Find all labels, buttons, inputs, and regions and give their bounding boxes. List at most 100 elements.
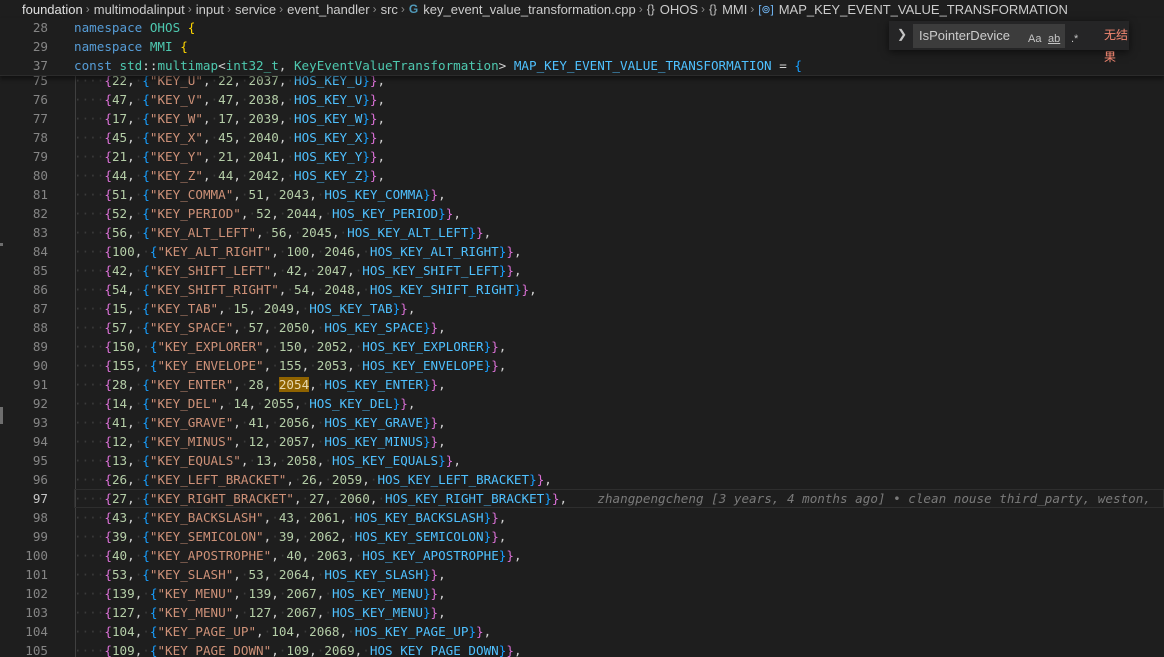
cpp-file-icon: G [408,2,419,16]
code-line[interactable]: 75 ····{22,·{"KEY_U",·22,·2037,·HOS_KEY_U… [0,75,1164,90]
toggle-replace-chevron-icon[interactable]: ❯ [897,27,907,41]
gutter-marker [0,407,3,424]
breadcrumb-item[interactable]: › [⊚] MAP_KEY_EVENT_VALUE_TRANSFORMATION [747,2,1068,17]
breadcrumb-item[interactable]: ›{} MMI [698,2,747,17]
code-line[interactable]: 79 ····{21,·{"KEY_Y",·21,·2041,·HOS_KEY_Y… [0,147,1164,166]
code-line[interactable]: 81 ····{51,·{"KEY_COMMA",·51,·2043,·HOS_K… [0,185,1164,204]
number-literal: 2044 [286,206,317,221]
number-literal: 2068 [309,624,340,639]
code-line[interactable]: 94 ····{12,·{"KEY_MINUS",·12,·2057,·HOS_K… [0,432,1164,451]
code-line[interactable]: 86 ····{54,·{"KEY_SHIFT_RIGHT",·54,·2048,… [0,280,1164,299]
code-text: ····{13,·{"KEY_EQUALS",·13,·2058,·HOS_KE… [74,453,461,468]
code-line[interactable]: 95 ····{13,·{"KEY_EQUALS",·13,·2058,·HOS_… [0,451,1164,470]
code-line[interactable]: 103 ····{127,·{"KEY_MENU",·127,·2067,·HOS… [0,603,1164,622]
code-line[interactable]: 99 ····{39,·{"KEY_SEMICOLON",·39,·2062,·H… [0,527,1164,546]
code-line[interactable]: 104 ····{104,·{"KEY_PAGE_UP",·104,·2068,·… [0,622,1164,641]
code-editor[interactable]: 75 ····{22,·{"KEY_U",·22,·2037,·HOS_KEY_U… [0,75,1164,657]
chevron-right-icon: › [400,2,405,16]
code-text: ····{100,·{"KEY_ALT_RIGHT",·100,·2046,·H… [74,244,522,259]
code-line[interactable]: 87 ····{15,·{"KEY_TAB",·15,·2049,·HOS_KEY… [0,299,1164,318]
chevron-right-icon: › [750,2,755,16]
chevron-right-icon: › [279,2,284,16]
code-text: ····{26,·{"KEY_LEFT_BRACKET",·26,·2059,·… [74,472,552,487]
code-line[interactable]: 101 ····{53,·{"KEY_SLASH",·53,·2064,·HOS_… [0,565,1164,584]
line-number: 87 [32,301,48,316]
line-number: 80 [32,168,48,183]
find-result-count: 无结果 [1104,28,1129,64]
code-line[interactable]: 82 ····{52,·{"KEY_PERIOD",·52,·2044,·HOS_… [0,204,1164,223]
code-line[interactable]: 100 ····{40,·{"KEY_APOSTROPHE",·40,·2063,… [0,546,1164,565]
line-number: 100 [25,548,48,563]
namespace-icon: {} [646,2,655,16]
code-line[interactable]: 85 ····{42,·{"KEY_SHIFT_LEFT",·42,·2047,·… [0,261,1164,280]
code-line[interactable]: 77 ····{17,·{"KEY_W",·17,·2039,·HOS_KEY_W… [0,109,1164,128]
code-line[interactable]: 92 ····{14,·{"KEY_DEL",·14,·2055,·HOS_KEY… [0,394,1164,413]
breadcrumb-label: MAP_KEY_EVENT_VALUE_TRANSFORMATION [778,1,1068,17]
code-text: ····{21,·{"KEY_Y",·21,·2041,·HOS_KEY_Y}}… [74,149,386,164]
breadcrumb: foundation › multimodalinput › input › service… [0,0,1164,18]
find-input-value: IsPointerDevice [919,28,1011,43]
code-text: const std::multimap<int32_t, KeyEventVal… [74,58,802,73]
code-line[interactable]: 83 ····{56,·{"KEY_ALT_LEFT",·56,·2045,·HO… [0,223,1164,242]
code-line[interactable]: 89 ····{150,·{"KEY_EXPLORER",·150,·2052,·… [0,337,1164,356]
line-number: 89 [32,339,48,354]
breadcrumb-item[interactable]: › Gkey_event_value_transformation.cpp [398,2,636,17]
breadcrumb-item[interactable]: › service [224,2,276,17]
breadcrumb-item[interactable]: foundation [0,2,83,17]
code-line[interactable]: 78 ····{45,·{"KEY_X",·45,·2040,·HOS_KEY_X… [0,128,1164,147]
breadcrumb-item[interactable]: ›{} OHOS [636,2,698,17]
number-literal: 2038 [248,92,279,107]
line-number: 92 [32,396,48,411]
line-number: 104 [25,624,48,639]
code-text: ····{139,·{"KEY_MENU",·139,·2067,·HOS_KE… [74,586,446,601]
variable-icon: [⊚] [758,3,774,16]
code-text: ····{17,·{"KEY_W",·17,·2039,·HOS_KEY_W}}… [74,111,386,126]
line-number: 29 [32,39,48,54]
code-line[interactable]: 90 ····{155,·{"KEY_ENVELOPE",·155,·2053,·… [0,356,1164,375]
number-literal: 2069 [324,643,355,657]
breadcrumb-item[interactable]: › src [370,2,398,17]
breadcrumb-label: service [234,1,277,17]
line-number: 84 [32,244,48,259]
breadcrumb-item[interactable]: › multimodalinput [83,2,185,17]
code-line[interactable]: 80 ····{44,·{"KEY_Z",·44,·2042,·HOS_KEY_Z… [0,166,1164,185]
number-literal: 2041 [248,149,279,164]
breadcrumb-item[interactable]: › event_handler [276,2,369,17]
number-literal: 2050 [278,320,310,335]
code-line[interactable]: 88 ····{57,·{"KEY_SPACE",·57,·2050,·HOS_K… [0,318,1164,337]
breadcrumb-label: OHOS [659,1,699,17]
sticky-line[interactable]: 37 const std::multimap<int32_t, KeyEventV… [0,56,1164,75]
code-line[interactable]: 91 ····{28,·{"KEY_ENTER",·28,·2054,·HOS_K… [0,375,1164,394]
code-text: ····{57,·{"KEY_SPACE",·57,·2050,·HOS_KEY… [74,320,446,335]
regex-button[interactable]: .* [1071,28,1078,50]
code-text: namespace OHOS { [74,20,196,35]
line-number: 85 [32,263,48,278]
code-line[interactable]: 76 ····{47,·{"KEY_V",·47,·2038,·HOS_KEY_V… [0,90,1164,109]
code-line[interactable]: 84 ····{100,·{"KEY_ALT_RIGHT",·100,·2046,… [0,242,1164,261]
code-line[interactable]: 102 ····{139,·{"KEY_MENU",·139,·2067,·HOS… [0,584,1164,603]
breadcrumb-item[interactable]: › input [185,2,224,17]
find-input[interactable]: IsPointerDevice Aa ab .* [913,24,1078,50]
breadcrumb-label: multimodalinput [93,1,185,17]
line-number: 83 [32,225,48,240]
code-text: ····{28,·{"KEY_ENTER",·28,·2054,·HOS_KEY… [74,377,446,392]
code-text: ····{12,·{"KEY_MINUS",·12,·2057,·HOS_KEY… [74,434,446,449]
breadcrumb-label: foundation [22,1,83,17]
code-line[interactable]: 105 ····{109,·{"KEY_PAGE_DOWN",·109,·2069… [0,641,1164,657]
line-number: 102 [25,586,48,601]
number-literal: 2064 [278,567,310,582]
whole-word-button[interactable]: ab [1048,28,1060,50]
code-line[interactable]: 97 ····{27,·{"KEY_RIGHT_BRACKET",·27,·206… [0,489,1164,508]
match-case-button[interactable]: Aa [1028,28,1041,50]
code-line[interactable]: 98 ····{43,·{"KEY_BACKSLASH",·43,·2061,·H… [0,508,1164,527]
code-text: ····{41,·{"KEY_GRAVE",·41,·2056,·HOS_KEY… [74,415,446,430]
number-literal: 2046 [324,244,355,259]
number-literal: 2037 [248,75,279,88]
code-text: ····{47,·{"KEY_V",·47,·2038,·HOS_KEY_V}}… [74,92,386,107]
code-line[interactable]: 93 ····{41,·{"KEY_GRAVE",·41,·2056,·HOS_K… [0,413,1164,432]
chevron-right-icon: › [701,2,706,16]
code-line[interactable]: 96 ····{26,·{"KEY_LEFT_BRACKET",·26,·2059… [0,470,1164,489]
code-text: ····{127,·{"KEY_MENU",·127,·2067,·HOS_KE… [74,605,446,620]
gutter-marker [0,243,3,246]
code-text: ····{150,·{"KEY_EXPLORER",·150,·2052,·HO… [74,339,507,354]
